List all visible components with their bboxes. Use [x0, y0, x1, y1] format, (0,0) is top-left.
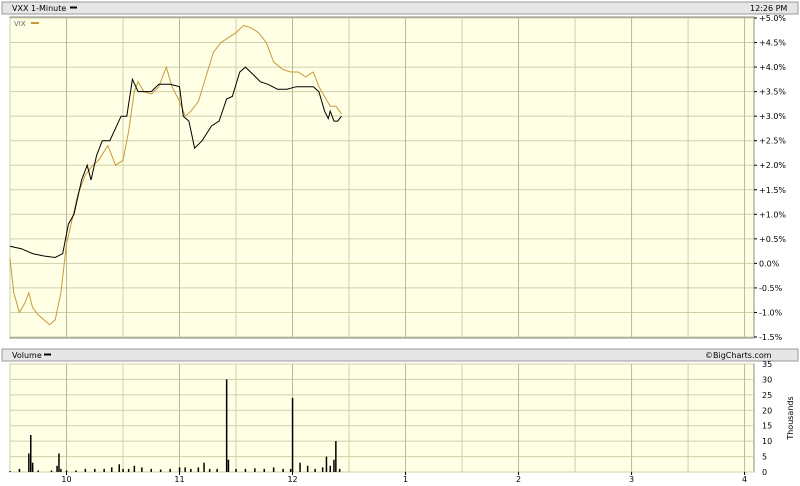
volume-bar	[28, 453, 30, 472]
volume-bar	[235, 468, 237, 472]
volume-bar	[31, 462, 34, 472]
volume-bar	[184, 467, 186, 472]
volume-bar	[150, 468, 152, 472]
volume-bar	[282, 468, 284, 472]
x-tick-label: 10	[61, 475, 71, 484]
volume-bar	[178, 467, 181, 472]
title-legend-swatch	[70, 6, 77, 9]
price-y-label: +3.5%	[759, 88, 786, 97]
volume-bar	[190, 468, 192, 472]
price-y-label: +2.0%	[759, 161, 786, 170]
volume-bar	[50, 470, 53, 472]
x-tick-label: 12	[287, 475, 297, 484]
volume-bar	[103, 468, 105, 472]
x-tick-label: 3	[629, 475, 634, 484]
volume-header-bar	[1, 348, 799, 362]
volume-y-label: 35	[762, 360, 772, 369]
price-panel	[9, 16, 755, 339]
volume-legend-swatch	[44, 353, 51, 356]
x-tick-label: 4	[742, 475, 747, 484]
volume-y-label: 10	[762, 437, 772, 446]
volume-y-label: 5	[762, 453, 767, 462]
price-y-label: -0.5%	[759, 284, 783, 293]
volume-bar	[118, 464, 120, 472]
volume-bar	[227, 459, 230, 472]
volume-bar	[75, 470, 77, 472]
volume-bar	[338, 468, 341, 472]
volume-bar	[329, 465, 331, 472]
volume-y-label: 15	[762, 422, 772, 431]
volume-bar	[133, 465, 136, 472]
volume-bar	[306, 465, 309, 472]
volume-bar	[65, 470, 68, 472]
volume-bar	[60, 468, 62, 472]
volume-y-label: 0	[762, 468, 767, 477]
header-time: 12:26 PM	[750, 4, 787, 13]
volume-bar	[289, 468, 292, 472]
volume-bar	[291, 397, 294, 472]
price-y-label: -1.0%	[759, 308, 783, 317]
legend-vix-label: VIX	[14, 20, 26, 28]
volume-title: Volume	[12, 351, 42, 360]
price-y-label: +4.5%	[759, 39, 786, 48]
volume-bar	[225, 379, 228, 472]
stock-chart: VXX 1-Minute 12:26 PM -1.5% -1.0% -0.5% 0.0…	[1, 1, 799, 484]
price-y-label: +2.5%	[759, 137, 786, 146]
volume-bar	[111, 467, 113, 472]
volume-bar	[127, 468, 130, 472]
price-y-label: 0.0%	[759, 259, 780, 268]
volume-bar	[272, 467, 275, 472]
bigcharts-watermark: ©BigCharts.com	[705, 351, 772, 360]
volume-bar	[208, 468, 211, 472]
volume-bar	[299, 462, 301, 472]
volume-bar	[244, 468, 247, 472]
volume-bar	[159, 469, 162, 472]
volume-bar	[169, 468, 171, 472]
volume-bar	[203, 462, 205, 472]
volume-y-axis: 0 5 10 15 20 25 30 35	[762, 360, 772, 477]
volume-bar	[30, 435, 32, 472]
price-y-label: -1.5%	[759, 333, 783, 342]
volume-bar	[197, 467, 200, 472]
volume-axis-unit: Thousands	[786, 396, 795, 440]
volume-bar	[216, 468, 218, 472]
x-tick-label: 11	[174, 475, 184, 484]
time-x-axis: 10 11 12 1 2 3 4	[61, 472, 747, 484]
x-tick-label: 1	[403, 475, 408, 484]
volume-bar	[18, 468, 21, 472]
price-y-label: +1.5%	[759, 186, 786, 195]
volume-bar	[84, 468, 87, 472]
legend-vix-swatch	[31, 22, 39, 24]
volume-bar	[122, 468, 124, 472]
volume-bar	[335, 441, 337, 472]
volume-y-label: 20	[762, 406, 772, 415]
price-y-axis: -1.5% -1.0% -0.5% 0.0% +0.5% +1.0% +1.5% +2.0% +…	[754, 14, 786, 342]
volume-bar	[94, 468, 96, 472]
volume-bar	[254, 468, 256, 472]
volume-bar	[263, 468, 265, 472]
price-y-label: +4.0%	[759, 63, 786, 72]
volume-bar	[314, 468, 316, 472]
volume-bar	[325, 456, 328, 472]
volume-bar	[333, 459, 335, 472]
volume-y-label: 30	[762, 375, 772, 384]
header-bar	[1, 1, 799, 15]
volume-bar	[321, 467, 324, 472]
price-y-label: +5.0%	[759, 14, 786, 23]
volume-bar	[56, 465, 58, 472]
x-tick-label: 2	[516, 475, 521, 484]
volume-bar	[58, 453, 60, 472]
volume-bar	[141, 467, 143, 472]
volume-y-label: 25	[762, 391, 772, 400]
volume-bar	[37, 470, 39, 472]
price-y-label: +3.0%	[759, 112, 786, 121]
volume-panel	[9, 363, 755, 473]
price-y-label: +0.5%	[759, 235, 786, 244]
chart-title: VXX 1-Minute	[12, 4, 66, 13]
volume-bar	[9, 471, 11, 472]
price-y-label: +1.0%	[759, 210, 786, 219]
